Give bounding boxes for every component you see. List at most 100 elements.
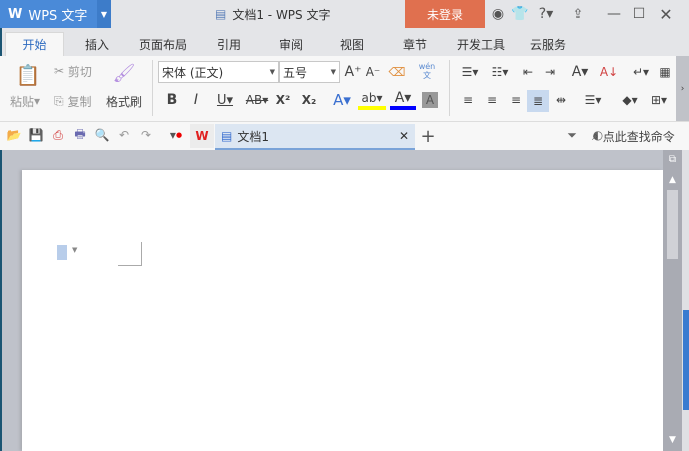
sort-icon[interactable]: A↓ [600,62,618,82]
feedback-icon[interactable]: ◉ [490,0,506,28]
app-name: WPS 文字 [28,8,88,24]
shrink-font-icon[interactable]: A⁻ [364,62,382,82]
tab-cloud[interactable]: 云服务 [524,32,572,56]
word-document-icon: ▤ [221,129,233,143]
scrollbar-thumb[interactable] [667,190,678,259]
ribbon-scroll-right[interactable]: › [676,56,689,121]
align-left-icon[interactable]: ≡ [460,90,476,110]
numbering-icon[interactable]: ☷▾ [486,62,514,82]
tab-review[interactable]: 审阅 [269,32,313,56]
skin-icon[interactable]: 👕 [510,0,530,28]
title-bar: W WPS 文字 ▼ ▤ 文档1 - WPS 文字 未登录 ◉ 👕 ?▾ ⇪ — ☐… [0,0,689,28]
tab-references[interactable]: 引用 [207,32,251,56]
pinyin-guide-button[interactable]: wén 文 [414,60,440,82]
wps-logo-icon: W [8,6,23,22]
justify-icon[interactable]: ≣ [527,90,549,112]
bullets-icon[interactable]: ☰▾ [456,62,484,82]
side-panel-toggle[interactable] [683,310,689,410]
decrease-indent-icon[interactable]: ⇤ [520,62,536,82]
grow-font-icon[interactable]: A⁺ [344,62,362,82]
divider [152,60,153,116]
paragraph-mark-icon[interactable]: ↵▾ [628,62,654,82]
copy-button[interactable]: ⎘ 复制 [54,92,91,110]
pinyin-top: wén [418,62,436,71]
tab-home[interactable]: 开始 [5,32,64,56]
export-pdf-icon[interactable]: ⎙ [50,127,66,143]
format-painter-button[interactable]: 格式刷 [106,92,142,110]
table-icon[interactable]: ▦ [656,62,674,82]
borders-icon[interactable]: ⊞▾ [646,90,672,110]
command-search[interactable]: ⌕ 点此查找命令 [592,126,675,146]
paste-button[interactable]: 粘贴 ▾ [10,92,40,110]
close-tab-icon[interactable]: ✕ [399,129,409,143]
collapse-icon[interactable]: ⏷ [564,127,580,143]
line-spacing-icon[interactable]: ☰▾ [580,90,606,110]
text-effect-icon[interactable]: A▾ [330,90,354,110]
document-tab[interactable]: ▤ 文档1 ✕ [215,124,415,150]
app-menu-dropdown[interactable]: ▼ [97,0,111,28]
app-menu-button[interactable]: W WPS 文字 [0,0,97,28]
window-mode-icon[interactable]: ⇪ [566,0,590,28]
font-name-select[interactable]: 宋体 (正文) ▼ [158,61,279,83]
close-button[interactable]: ✕ [655,0,677,28]
strikethrough-icon[interactable]: AB▾ [242,90,272,110]
paste-icon[interactable]: 📋 [14,62,42,88]
cut-button[interactable]: ✂ 剪切 [54,62,92,80]
undo-icon[interactable]: ↶ [116,127,132,143]
paragraph-layout-dropdown[interactable]: ▼ [72,246,77,254]
underline-icon[interactable]: U▾ [212,90,238,110]
pinyin-bottom: 文 [423,71,431,80]
change-case-icon[interactable]: A▾ [566,62,594,82]
margin-corner-mark [118,242,142,266]
save-icon[interactable]: 💾 [28,127,44,143]
align-right-icon[interactable]: ≡ [508,90,524,110]
copy-icon: ⎘ [54,93,64,108]
char-shading-icon[interactable]: A [422,92,438,108]
minimize-button[interactable]: — [603,0,625,28]
paste-label: 粘贴 [10,94,35,109]
superscript-icon[interactable]: X² [274,90,292,110]
customize-qat-icon[interactable]: ▾ ● [168,127,184,143]
distributed-icon[interactable]: ⇹ [552,90,570,110]
clear-format-icon[interactable]: ⌫ [388,62,406,82]
open-icon[interactable]: 📂 [6,127,22,143]
redo-icon[interactable]: ↷ [138,127,154,143]
window-title: ▤ 文档1 - WPS 文字 [215,0,330,28]
italic-icon[interactable]: I [188,90,204,110]
login-button[interactable]: 未登录 [405,0,485,28]
font-size-value: 五号 [283,65,308,80]
copy-label: 复制 [67,94,92,109]
scissors-icon: ✂ [54,64,65,78]
shading-icon[interactable]: ◆▾ [616,90,644,110]
font-size-select[interactable]: 五号 ▼ [279,61,340,83]
scroll-up-icon[interactable]: ▲ [665,174,680,186]
document-page[interactable]: ▼ [22,170,663,451]
document-tab-label: 文档1 [237,129,269,144]
font-name-value: 宋体 (正文) [162,65,224,80]
ribbon: 📋 粘贴 ▾ ✂ 剪切 ⎘ 复制 🖌 格式刷 宋体 (正文) ▼ 五号 ▼ A⁺ A⁻… [0,56,689,122]
tab-insert[interactable]: 插入 [75,32,119,56]
format-painter-icon: 🖌 [112,62,136,84]
new-tab-button[interactable]: + [420,126,436,147]
help-icon[interactable]: ?▾ [536,0,556,28]
cut-label: 剪切 [67,64,92,79]
split-view-icon[interactable]: ⧉ [665,152,680,166]
print-icon[interactable]: 🖶 [72,127,88,143]
tab-developer[interactable]: 开发工具 [452,32,510,56]
tab-page-layout[interactable]: 页面布局 [130,32,196,56]
font-color-icon[interactable]: A▾ [390,90,416,110]
bold-icon[interactable]: B [164,90,180,110]
tab-view[interactable]: 视图 [330,32,374,56]
align-center-icon[interactable]: ≡ [484,90,500,110]
wps-home-icon[interactable]: W [190,124,214,148]
highlight-icon[interactable]: ab▾ [358,90,386,110]
scroll-down-icon[interactable]: ▼ [665,434,680,446]
format-painter-label: 格式刷 [106,94,143,109]
maximize-button[interactable]: ☐ [628,0,650,28]
increase-indent-icon[interactable]: ⇥ [542,62,558,82]
print-preview-icon[interactable]: 🔍 [94,127,110,143]
subscript-icon[interactable]: X₂ [300,90,318,110]
tab-section[interactable]: 章节 [393,32,437,56]
paragraph-layout-icon[interactable] [57,245,67,260]
search-icon: ⌕ [592,128,599,143]
